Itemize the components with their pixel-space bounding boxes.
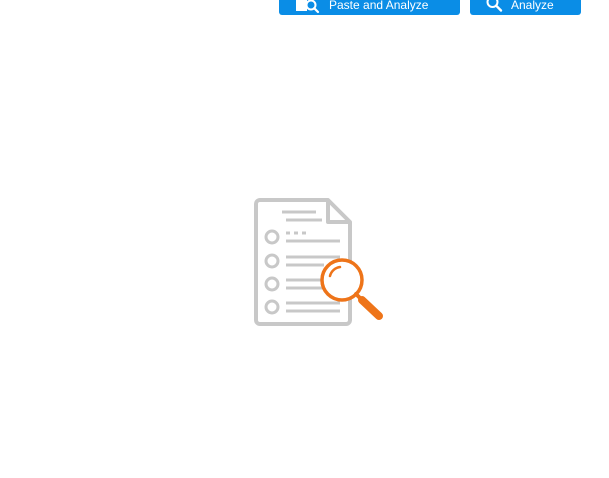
paste-and-analyze-label: Paste and Analyze [329,0,429,12]
page: Paste and Analyze Analyze [0,0,609,478]
paste-and-analyze-button[interactable]: Paste and Analyze [279,0,460,15]
search-icon [485,0,505,21]
analyze-label: Analyze [511,0,554,12]
toolbar: Paste and Analyze Analyze [0,0,609,16]
paste-search-icon [296,0,322,21]
document-search-icon [250,196,390,330]
analyze-button[interactable]: Analyze [470,0,581,15]
